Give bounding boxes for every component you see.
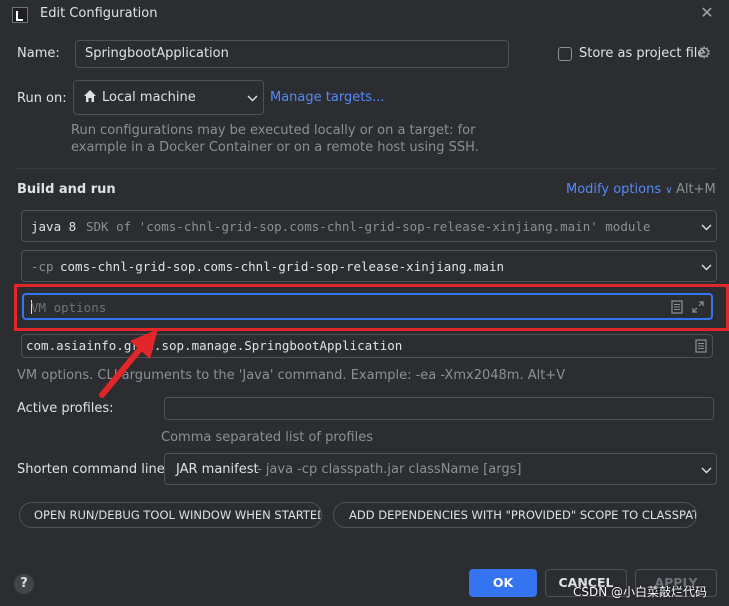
shorten-value: JAR manifest — [176, 462, 259, 477]
jdk-detail: SDK of 'coms-chnl-grid-sop.coms-chnl-gri… — [86, 219, 651, 234]
name-field[interactable]: SpringbootApplication — [75, 40, 509, 68]
intellij-app-icon — [12, 7, 28, 23]
run-on-label: Run on: — [17, 91, 67, 106]
window-title: Edit Configuration — [40, 6, 158, 21]
add-provided-dependencies-label: ADD DEPENDENCIES WITH "PROVIDED" SCOPE T… — [349, 508, 697, 522]
home-icon — [84, 90, 96, 102]
help-icon[interactable]: ? — [14, 574, 34, 594]
store-project-file-checkbox[interactable] — [558, 47, 572, 61]
shorten-detail: - java -cp classpath.jar className [args… — [257, 462, 522, 477]
manage-targets-link[interactable]: Manage targets... — [270, 90, 384, 105]
run-on-hint-line2: example in a Docker Container or on a re… — [71, 140, 479, 155]
add-provided-dependencies-tag[interactable]: ADD DEPENDENCIES WITH "PROVIDED" SCOPE T… — [333, 502, 697, 528]
red-arrow-annotation — [99, 329, 158, 398]
modify-options-link[interactable]: Modify options ∨ — [566, 182, 673, 197]
open-tool-window-tag[interactable]: OPEN RUN/DEBUG TOOL WINDOW WHEN STARTED — [19, 502, 322, 528]
close-icon[interactable]: ✕ — [697, 3, 717, 23]
shorten-command-line-label: Shorten command line: — [17, 462, 170, 477]
run-on-selected: Local machine — [102, 90, 196, 105]
gear-icon[interactable]: ⚙ — [697, 43, 711, 62]
chevron-down-icon — [701, 224, 712, 231]
ok-button[interactable]: OK — [469, 569, 537, 597]
modify-options-label: Modify options — [566, 182, 662, 197]
main-class-value: com.asiainfo.grid.sop.manage.SpringbootA… — [26, 338, 403, 353]
name-value: SpringbootApplication — [85, 46, 229, 61]
cp-value: coms-chnl-grid-sop.coms-chnl-grid-sop-re… — [60, 259, 505, 274]
chevron-down-icon: ∨ — [665, 185, 673, 196]
classpath-module-dropdown[interactable]: -cp coms-chnl-grid-sop.coms-chnl-grid-so… — [21, 250, 717, 282]
name-label: Name: — [17, 46, 60, 61]
active-profiles-input[interactable] — [164, 397, 714, 420]
chevron-down-icon — [247, 95, 258, 102]
active-profiles-hint: Comma separated list of profiles — [161, 430, 373, 445]
divider — [17, 168, 716, 169]
active-profiles-label: Active profiles: — [17, 401, 114, 416]
modify-options-shortcut: Alt+M — [676, 182, 716, 197]
cp-flag: -cp — [31, 259, 54, 274]
document-icon[interactable] — [695, 339, 707, 353]
store-project-file-label[interactable]: Store as project file — [579, 46, 705, 61]
watermark: CSDN @小白菜敲烂代码 — [573, 585, 708, 599]
highlight-box — [14, 284, 729, 331]
jdk-dropdown[interactable]: java 8 SDK of 'coms-chnl-grid-sop.coms-c… — [21, 210, 717, 242]
chevron-down-icon — [701, 264, 712, 271]
jdk-version: java 8 — [31, 219, 77, 234]
run-on-hint-line1: Run configurations may be executed local… — [71, 123, 476, 138]
chevron-down-icon — [701, 467, 712, 474]
build-and-run-heading: Build and run — [17, 182, 116, 197]
title-bar: Edit Configuration ✕ — [0, 0, 729, 30]
shorten-command-line-dropdown[interactable]: JAR manifest - java -cp classpath.jar cl… — [164, 453, 717, 485]
run-on-dropdown[interactable]: Local machine — [73, 80, 264, 115]
